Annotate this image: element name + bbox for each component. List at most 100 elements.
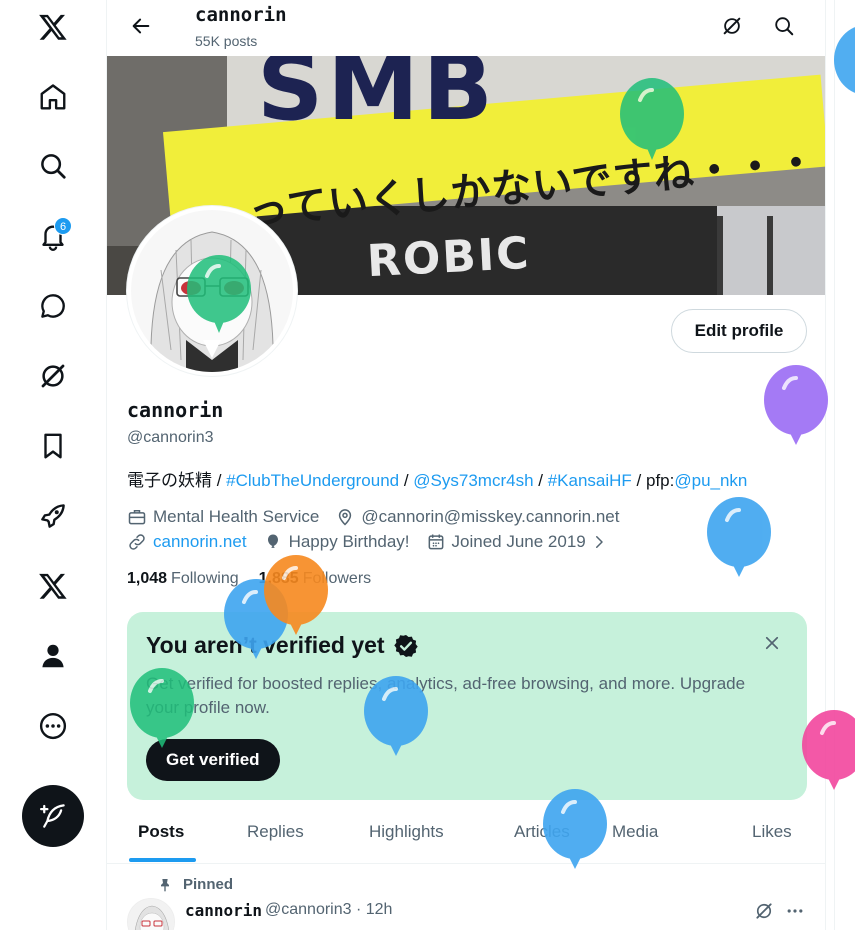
sidebar-divider xyxy=(834,0,835,930)
tab-media[interactable]: Media xyxy=(612,800,658,864)
bio-separator: / pfp: xyxy=(631,471,675,490)
grok-icon xyxy=(756,903,772,919)
message-icon xyxy=(41,294,65,318)
x-premium-icon xyxy=(39,573,67,599)
profile-location-text: @cannorin@misskey.cannorin.net xyxy=(361,507,620,526)
profile-meta-row-1: Mental Health Service @cannorin@misskey.… xyxy=(127,507,635,527)
more-horizontal-icon xyxy=(787,909,803,913)
profile-header: cannorin 55K posts xyxy=(107,0,825,56)
followers-count: 1,885 xyxy=(258,570,299,587)
nav-home[interactable] xyxy=(26,70,80,124)
nav-notifications[interactable]: 6 xyxy=(26,209,80,263)
tab-posts[interactable]: Posts xyxy=(138,800,184,864)
post-author-meta: @cannorin3 · 12h xyxy=(265,901,393,918)
verified-badge-icon xyxy=(393,634,418,657)
tab-articles[interactable]: Articles xyxy=(514,800,570,864)
bio-mention-sys73mcr4sh[interactable]: @Sys73mcr4sh xyxy=(413,471,533,490)
banner-lower-text: ROBIC xyxy=(365,227,532,288)
profile-birthday-text: Happy Birthday! xyxy=(288,532,410,551)
arrow-left-icon xyxy=(132,18,150,34)
search-icon xyxy=(41,154,66,179)
pinned-indicator: Pinned xyxy=(157,876,233,893)
verification-title-text: You aren’t verified yet xyxy=(146,632,385,658)
profile-column: SMB っていくしかないですね・・・ ROBIC cannorin 55K po… xyxy=(106,0,826,930)
profile-birthday: Happy Birthday! xyxy=(263,532,410,552)
get-verified-button[interactable]: Get verified xyxy=(146,739,280,781)
right-sidebar-edge xyxy=(826,0,855,930)
header-post-count: 55K posts xyxy=(195,33,258,49)
tab-highlights[interactable]: Highlights xyxy=(369,800,444,864)
nav-grok[interactable] xyxy=(26,349,80,403)
profile-icon xyxy=(42,644,64,668)
nav-premium[interactable] xyxy=(26,559,80,613)
bio-hashtag-clubtheunderground[interactable]: #ClubTheUnderground xyxy=(226,471,399,490)
nav-profile[interactable] xyxy=(26,629,80,683)
post-avatar-illustration xyxy=(128,899,174,930)
nav-bookmarks[interactable] xyxy=(26,419,80,473)
bio-separator: / xyxy=(399,471,414,490)
profile-website[interactable]: cannorin.net xyxy=(127,532,247,552)
notification-badge: 6 xyxy=(54,217,72,235)
header-search-button[interactable] xyxy=(766,8,802,44)
nav-jobs[interactable] xyxy=(26,489,80,543)
tab-likes[interactable]: Likes xyxy=(752,800,792,864)
location-pin-icon xyxy=(339,509,352,526)
calendar-icon xyxy=(428,534,443,550)
profile-meta-row-2: cannorin.net Happy Birthday! Joined June… xyxy=(127,532,624,552)
profile-location: @cannorin@misskey.cannorin.net xyxy=(335,507,619,527)
verification-prompt-card: You aren’t verified yet Get verified for… xyxy=(127,612,807,800)
left-nav: 6 xyxy=(0,0,106,930)
close-icon xyxy=(765,636,779,650)
following-link[interactable]: 1,048 Following xyxy=(127,570,239,588)
balloon-icon xyxy=(267,534,278,548)
nav-more[interactable] xyxy=(26,699,80,753)
grok-icon xyxy=(41,364,65,388)
profile-joined[interactable]: Joined June 2019 xyxy=(426,532,608,552)
x-logo-icon xyxy=(39,14,67,40)
back-button[interactable] xyxy=(123,8,159,44)
pinned-label: Pinned xyxy=(183,876,234,893)
briefcase-icon xyxy=(128,510,146,525)
header-grok-button[interactable] xyxy=(714,8,750,44)
compose-button[interactable] xyxy=(22,785,84,847)
bio-mention-pu-nkn[interactable]: @pu_nkn xyxy=(674,471,747,490)
header-name: cannorin xyxy=(195,4,287,26)
followers-link[interactable]: 1,885 Followers xyxy=(259,570,372,588)
post-author-name[interactable]: cannorin xyxy=(185,901,262,920)
rocket-icon xyxy=(41,504,65,528)
bio-separator: / xyxy=(533,471,548,490)
verification-description: Get verified for boosted replies, analyt… xyxy=(146,674,746,717)
edit-profile-button[interactable]: Edit profile xyxy=(671,309,807,353)
profile-bio: 電子の妖精 / #ClubTheUnderground / @Sys73mcr4… xyxy=(127,466,747,491)
link-icon xyxy=(129,534,145,550)
grok-icon xyxy=(723,17,741,35)
nav-messages[interactable] xyxy=(26,279,80,333)
home-icon xyxy=(40,84,66,110)
following-count: 1,048 xyxy=(127,570,168,587)
bio-text: 電子の妖精 / xyxy=(127,471,227,490)
profile-website-link[interactable]: cannorin.net xyxy=(153,532,247,552)
profile-avatar[interactable] xyxy=(127,206,297,376)
nav-explore[interactable] xyxy=(26,139,80,193)
chevron-right-icon xyxy=(595,536,603,548)
follow-stats: 1,048 Following 1,885 Followers xyxy=(127,570,391,588)
dismiss-verification-button[interactable] xyxy=(759,630,785,656)
profile-tabs: Posts Replies Highlights Articles Media … xyxy=(107,800,825,864)
active-tab-indicator xyxy=(129,858,196,862)
post-author-avatar[interactable] xyxy=(127,898,175,930)
following-label: Following xyxy=(171,570,239,587)
followers-label: Followers xyxy=(302,570,372,587)
nav-x-logo[interactable] xyxy=(26,0,80,54)
profile-joined-text: Joined June 2019 xyxy=(451,532,586,551)
avatar-illustration xyxy=(131,210,293,372)
profile-category: Mental Health Service xyxy=(127,507,319,527)
tab-replies[interactable]: Replies xyxy=(247,800,304,864)
post-more-button[interactable] xyxy=(782,898,808,924)
pin-icon xyxy=(161,878,169,892)
post-grok-button[interactable] xyxy=(751,898,777,924)
bio-hashtag-kansaihf[interactable]: #KansaiHF xyxy=(548,471,632,490)
search-icon xyxy=(775,17,794,36)
bookmark-icon xyxy=(44,433,62,459)
banner-sign-text: SMB xyxy=(257,56,497,141)
more-icon xyxy=(39,712,67,740)
